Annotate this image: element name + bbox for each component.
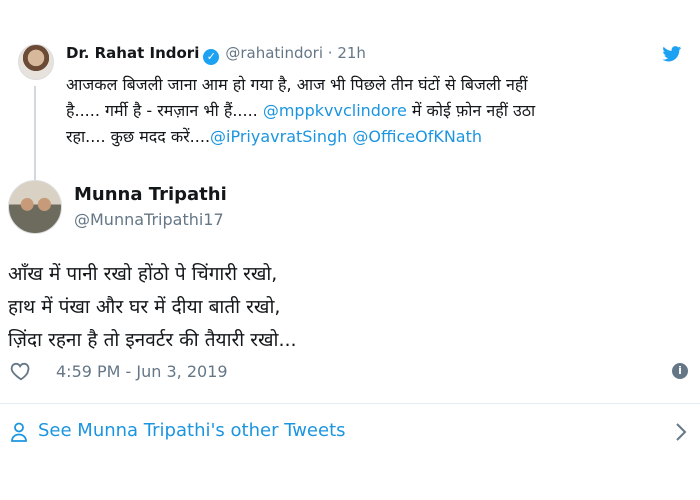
- avatar[interactable]: [18, 44, 54, 80]
- separator-dot: ·: [327, 44, 333, 62]
- quoted-line-2b: में कोई फ़ोन नहीं उठा: [406, 101, 536, 120]
- tweet-timestamp[interactable]: 4:59 PM - Jun 3, 2019: [56, 362, 228, 381]
- quoted-tweet-text: आजकल बिजली जाना आम हो गया है, आज भी पिछल…: [66, 72, 676, 150]
- tweet-meta-row: 4:59 PM - Jun 3, 2019 i: [0, 356, 700, 392]
- see-other-tweets-link[interactable]: See Munna Tripathi's other Tweets: [0, 416, 700, 450]
- quoted-line-1: आजकल बिजली जाना आम हो गया है, आज भी पिछल…: [66, 75, 528, 94]
- quoted-line-3: रहा.... कुछ मदद करें....@iPriyavratSingh…: [66, 124, 676, 150]
- quoted-line-3a: रहा.... कुछ मदद करें....: [66, 127, 211, 146]
- mention-link[interactable]: @iPriyavratSingh: [210, 127, 347, 146]
- author-handle[interactable]: @rahatindori: [225, 44, 323, 62]
- mention-link[interactable]: @mppkvvclindore: [263, 101, 407, 120]
- author-name[interactable]: Dr. Rahat Indori: [66, 44, 199, 62]
- quoted-line-2a: है..... गर्मी है - रमज़ान भी हैं.....: [66, 101, 263, 120]
- mention-link[interactable]: @OfficeOfKNath: [352, 127, 482, 146]
- tweet-time[interactable]: 21h: [337, 44, 366, 62]
- verified-badge-icon: ✓: [203, 49, 220, 65]
- person-icon: [11, 422, 27, 442]
- quoted-tweet-header: Dr. Rahat Indori ✓ @rahatindori · 21h: [66, 44, 366, 65]
- poem-line: आँख में पानी रखो होंठो पे चिंगारी रखो,: [8, 263, 278, 285]
- poem-line: ज़िंदा रहना है तो इनवर्टर की तैयारी रखो.…: [8, 329, 297, 351]
- quoted-line-2: है..... गर्मी है - रमज़ान भी हैं..... @m…: [66, 98, 676, 124]
- avatar[interactable]: [8, 180, 62, 234]
- author-handle[interactable]: @MunnaTripathi17: [74, 210, 224, 229]
- main-tweet-header: Munna Tripathi @MunnaTripathi17: [0, 178, 700, 238]
- divider: [0, 403, 700, 404]
- author-name[interactable]: Munna Tripathi: [74, 184, 227, 205]
- see-other-tweets-label[interactable]: See Munna Tripathi's other Tweets: [38, 420, 346, 441]
- info-icon[interactable]: i: [672, 363, 688, 379]
- tweet-text: आँख में पानी रखो होंठो पे चिंगारी रखो, ह…: [8, 258, 688, 357]
- heart-icon[interactable]: [10, 360, 32, 382]
- poem-line: हाथ में पंखा और घर में दीया बाती रखो,: [8, 296, 281, 318]
- twitter-bird-icon[interactable]: [662, 46, 682, 62]
- chevron-right-icon[interactable]: [674, 422, 688, 442]
